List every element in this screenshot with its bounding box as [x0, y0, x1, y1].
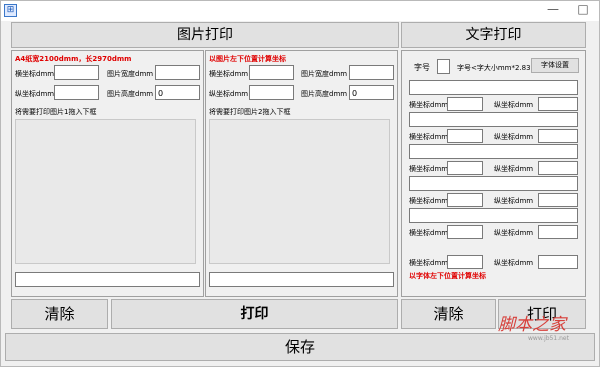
font-size-hint: 字号<字大小mm*2.835 [457, 64, 536, 72]
image2-drop-zone[interactable] [209, 119, 390, 264]
font-settings-button[interactable]: 字体设置 [531, 58, 579, 73]
text-x-label: 横坐标dmm [409, 165, 449, 173]
text-content-input[interactable] [409, 176, 578, 191]
text-x-input[interactable] [447, 225, 483, 239]
text-x-input[interactable] [447, 161, 483, 175]
text-y-input[interactable] [538, 161, 578, 175]
text-x-label: 横坐标dmm [409, 197, 449, 205]
text-x-label: 横坐标dmm [409, 229, 449, 237]
text-x-input[interactable] [447, 129, 483, 143]
a4-size-note: A4纸宽2100dmm，长2970dmm [15, 55, 132, 63]
image-print-button[interactable]: 打印 [111, 299, 398, 329]
image1-path-input[interactable] [15, 272, 200, 287]
text-content-input[interactable] [409, 112, 578, 127]
title-bar [1, 1, 599, 21]
text-y-label: 纵坐标dmm [494, 229, 534, 237]
save-button[interactable]: 保存 [5, 333, 595, 361]
image2-width-input[interactable] [349, 65, 394, 80]
text-y-label: 纵坐标dmm [494, 259, 534, 267]
site-watermark: 脚本之家 [498, 315, 566, 335]
image1-width-input[interactable] [155, 65, 200, 80]
text-y-input[interactable] [538, 193, 578, 207]
text-y-label: 纵坐标dmm [494, 101, 534, 109]
image1-height-input[interactable]: 0 [155, 85, 200, 100]
image2-width-label: 图片宽度dmm [301, 70, 348, 78]
image1-drop-label: 将需要打印图片1拖入下框 [15, 108, 97, 116]
text-x-label: 横坐标dmm [409, 259, 449, 267]
text-y-input[interactable] [538, 97, 578, 111]
font-size-label: 字号 [414, 63, 430, 72]
text-y-input[interactable] [538, 225, 578, 239]
image-print-title-button[interactable]: 图片打印 [11, 22, 399, 48]
text-y-input[interactable] [538, 255, 578, 269]
site-watermark-url: www.jb51.net [528, 335, 569, 342]
image1-width-label: 图片宽度dmm [107, 70, 154, 78]
image-clear-button[interactable]: 清除 [11, 299, 108, 329]
app-icon: ⊞ [4, 4, 17, 17]
text-content-input[interactable] [409, 144, 578, 159]
image2-x-label: 横坐标dmm [209, 70, 249, 78]
image1-height-label: 图片高度dmm [107, 90, 154, 98]
image2-height-label: 图片高度dmm [301, 90, 348, 98]
text-y-label: 纵坐标dmm [494, 165, 534, 173]
image1-y-input[interactable] [54, 85, 99, 100]
image1-y-label: 纵坐标dmm [15, 90, 55, 98]
image2-x-input[interactable] [249, 65, 294, 80]
text-print-title-button[interactable]: 文字打印 [401, 22, 586, 48]
image1-x-input[interactable] [54, 65, 99, 80]
text-y-label: 纵坐标dmm [494, 133, 534, 141]
text-clear-button[interactable]: 清除 [401, 299, 496, 329]
text-content-input[interactable] [409, 208, 578, 223]
text-x-input[interactable] [447, 255, 483, 269]
text-y-label: 纵坐标dmm [494, 197, 534, 205]
image2-y-label: 纵坐标dmm [209, 90, 249, 98]
image-coordinate-note: 以图片左下位置计算坐标 [209, 55, 286, 63]
text-y-input[interactable] [538, 129, 578, 143]
image2-path-input[interactable] [209, 272, 394, 287]
text-x-input[interactable] [447, 193, 483, 207]
maximize-button[interactable]: □ [568, 1, 598, 19]
image1-drop-zone[interactable] [15, 119, 196, 264]
text-coordinate-note: 以字体左下位置计算坐标 [409, 272, 486, 280]
text-x-label: 横坐标dmm [409, 133, 449, 141]
text-x-input[interactable] [447, 97, 483, 111]
font-size-input[interactable] [437, 59, 450, 74]
text-x-label: 横坐标dmm [409, 101, 449, 109]
image2-y-input[interactable] [249, 85, 294, 100]
minimize-button[interactable]: — [538, 1, 568, 19]
image1-x-label: 横坐标dmm [15, 70, 55, 78]
text-content-input[interactable] [409, 80, 578, 95]
image2-height-input[interactable]: 0 [349, 85, 394, 100]
image2-drop-label: 将需要打印图片2拖入下框 [209, 108, 291, 116]
